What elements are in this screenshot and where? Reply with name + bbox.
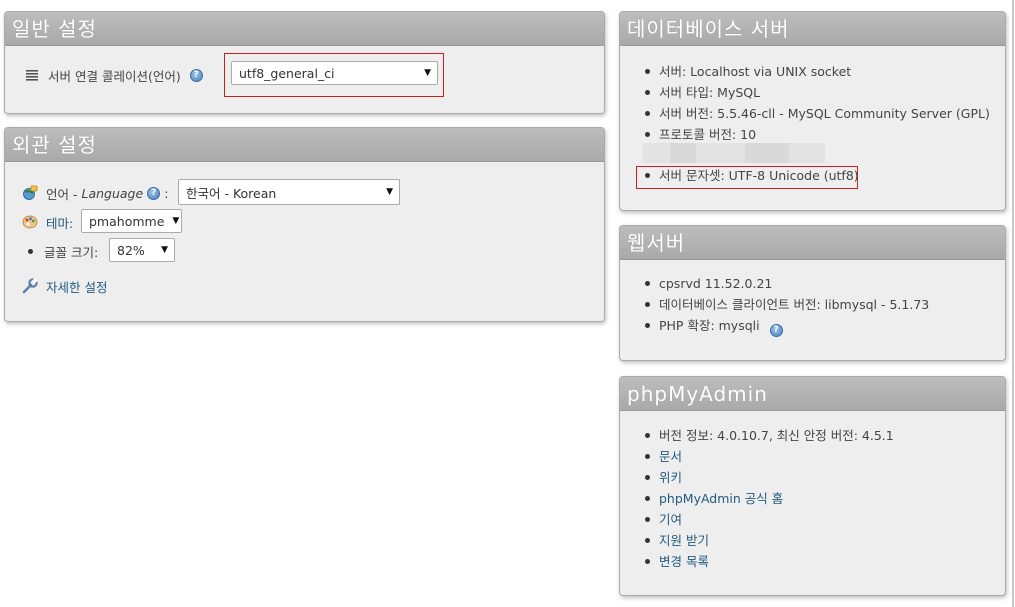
chevron-down-icon: ▼ [161,245,168,255]
homepage-link[interactable]: phpMyAdmin 공식 홈 [659,491,783,506]
chevron-down-icon: ▼ [386,187,393,197]
language-select-value: 한국어 - Korean [186,185,277,201]
support-link[interactable]: 지원 받기 [659,533,709,548]
list-icon [24,67,40,83]
language-row: 언어 - Language ? : [22,184,168,202]
more-settings-link[interactable]: 자세한 설정 [46,277,107,296]
database-server-list: 서버: Localhost via UNIX socket 서버 타입: MyS… [643,61,990,145]
charset-list: 서버 문자셋: UTF-8 Unicode (utf8) [643,165,859,186]
theme-label[interactable]: 테마: [46,213,73,232]
bullet-icon [28,248,33,254]
list-item: 서버 버전: 5.5.46-cll - MySQL Community Serv… [643,103,990,124]
list-item: 기여 [643,509,894,530]
list-item: 프로토콜 버전: 10 [643,124,990,145]
fontsize-select-value: 82% [117,242,145,258]
list-item: 서버 문자셋: UTF-8 Unicode (utf8) [643,165,859,186]
list-item: cpsrvd 11.52.0.21 [643,273,929,294]
fontsize-label: 글꼴 크기: [44,244,99,260]
web-server-title: 웹서버 [620,226,1005,260]
language-label-colon: : [164,185,169,201]
help-icon[interactable]: ? [189,68,203,82]
list-item: 위키 [643,467,894,488]
list-item: 서버: Localhost via UNIX socket [643,61,990,82]
phpmyadmin-title: phpMyAdmin [620,377,1005,411]
collation-row: 서버 연결 콜레이션(언어) ? [24,66,203,84]
general-settings-title: 일반 설정 [5,12,604,46]
database-server-title: 데이터베이스 서버 [620,12,1005,46]
more-settings-row[interactable]: 자세한 설정 [22,277,107,295]
redacted-area [745,143,789,163]
list-item: 지원 받기 [643,530,894,551]
list-item: 데이터베이스 클라이언트 버전: libmysql - 5.1.73 [643,294,929,315]
language-label: 언어 - [46,186,78,202]
chevron-down-icon: ▼ [424,68,431,78]
phpmyadmin-list: 버전 정보: 4.0.10.7, 최신 안정 버전: 4.5.1 문서 위키 p… [643,425,894,572]
language-select[interactable]: 한국어 - Korean ▼ [178,179,400,205]
wrench-icon [22,278,38,294]
appearance-settings-title: 외관 설정 [5,128,604,162]
theme-select[interactable]: pmahomme ▼ [81,209,182,233]
help-icon[interactable]: ? [769,324,783,337]
docs-link[interactable]: 문서 [659,449,682,464]
scrollbar-edge[interactable] [1012,0,1014,607]
theme-select-value: pmahomme [89,213,165,229]
palette-icon [22,214,38,230]
changelog-link[interactable]: 변경 목록 [659,554,709,569]
wiki-link[interactable]: 위키 [659,470,682,485]
fontsize-row: 글꼴 크기: [28,242,98,260]
chevron-down-icon: ▼ [172,216,180,226]
web-server-list: cpsrvd 11.52.0.21 데이터베이스 클라이언트 버전: libmy… [643,273,929,337]
php-extension-text: PHP 확장: mysqli [659,318,760,333]
contribute-link[interactable]: 기여 [659,512,682,527]
list-item: 버전 정보: 4.0.10.7, 최신 안정 버전: 4.5.1 [643,425,894,446]
list-item: 서버 타입: MySQL [643,82,990,103]
redacted-area [670,143,696,163]
list-item: 문서 [643,446,894,467]
list-item: phpMyAdmin 공식 홈 [643,488,894,509]
list-item: PHP 확장: mysqli? [643,315,929,337]
language-label-english: Language [81,185,144,201]
help-icon[interactable]: ? [147,186,161,200]
collation-label: 서버 연결 콜레이션(언어) [48,68,181,84]
collation-select[interactable]: utf8_general_ci ▼ [231,61,438,85]
globe-icon [22,185,38,201]
theme-row: 테마: [22,213,73,231]
collation-select-value: utf8_general_ci [239,65,335,81]
fontsize-select[interactable]: 82% ▼ [109,238,175,262]
list-item: 변경 목록 [643,551,894,572]
